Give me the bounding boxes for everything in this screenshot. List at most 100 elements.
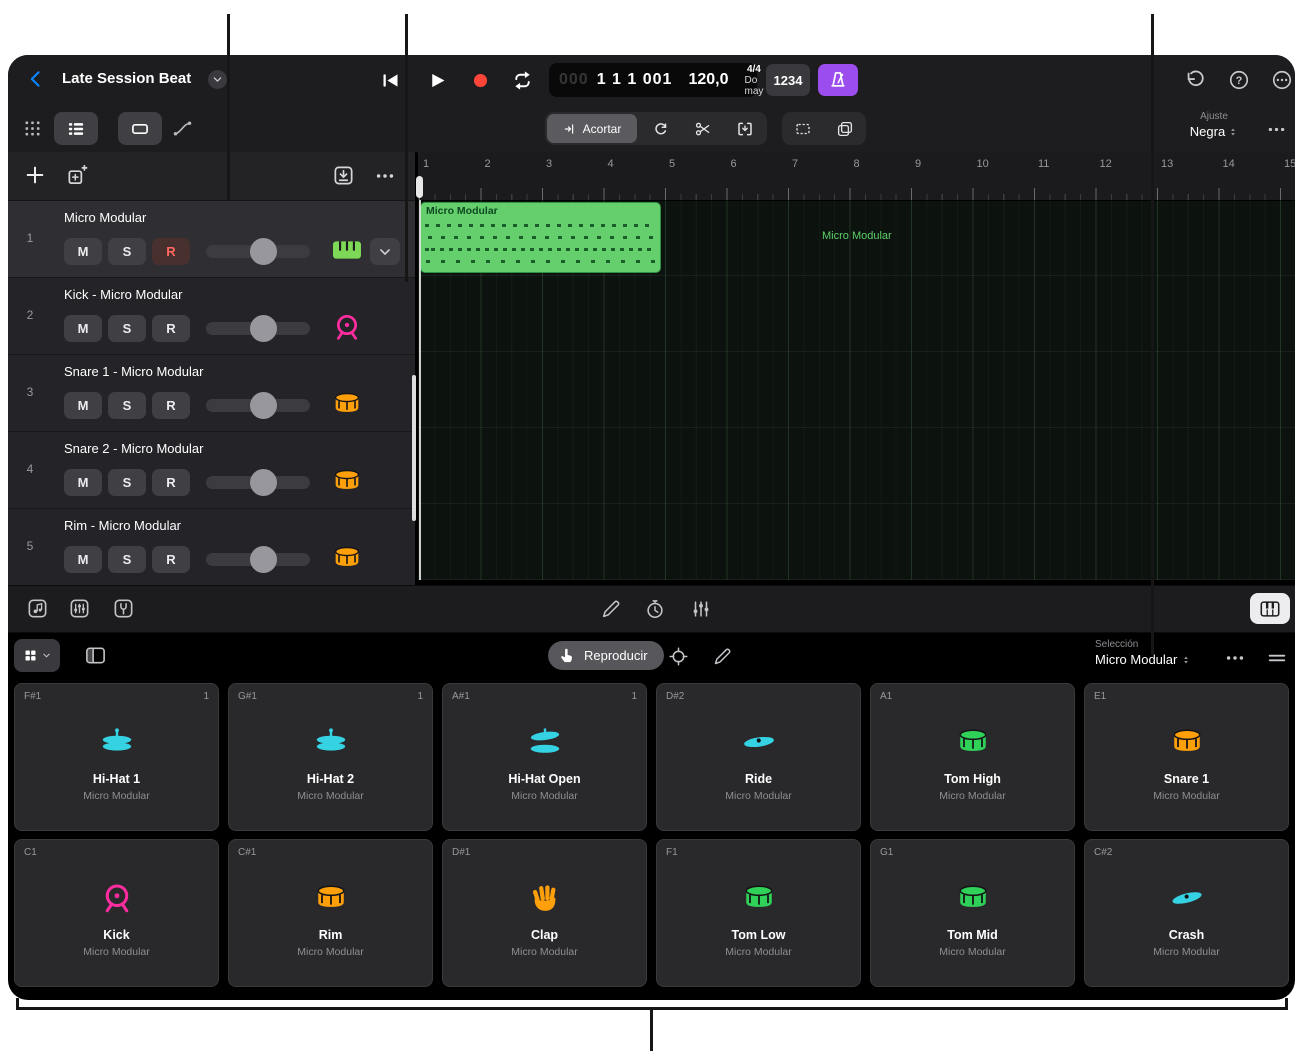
solo-button[interactable]: S xyxy=(108,238,146,265)
volume-knob[interactable] xyxy=(250,392,277,419)
record-enable-button[interactable]: R xyxy=(152,238,190,265)
loop-tool-button[interactable] xyxy=(641,112,681,145)
timeline-grid[interactable]: Micro Modular Micro Modular xyxy=(418,200,1295,580)
plugins-button[interactable] xyxy=(112,597,135,620)
solo-button[interactable]: S xyxy=(108,392,146,419)
track-row[interactable]: 1 Micro Modular M S R xyxy=(8,201,415,278)
mute-button[interactable]: M xyxy=(64,315,102,342)
play-mode-button[interactable]: Reproducir xyxy=(548,641,664,670)
volume-slider[interactable] xyxy=(206,476,310,489)
snap-label: Ajuste xyxy=(1176,111,1252,122)
drum-pad[interactable]: G#1 1 Hi-Hat 2 Micro Modular xyxy=(228,683,433,831)
record-button[interactable] xyxy=(470,70,491,91)
mute-button[interactable]: M xyxy=(64,238,102,265)
drum-pad[interactable]: E1 Snare 1 Micro Modular xyxy=(1084,683,1289,831)
time-button[interactable] xyxy=(644,598,666,620)
lcd-display[interactable]: 000 1 1 1 001 120,0 4/4 Do may xyxy=(549,63,757,97)
copy-tool-button[interactable] xyxy=(825,112,865,145)
record-enable-button[interactable]: R xyxy=(152,546,190,573)
chevron-down-icon xyxy=(42,651,51,660)
track-panel-more-button[interactable] xyxy=(374,165,396,187)
play-button[interactable] xyxy=(427,70,448,91)
drum-pad[interactable]: F#1 1 Hi-Hat 1 Micro Modular xyxy=(14,683,219,831)
play-surface-toggle-button[interactable] xyxy=(1250,593,1290,624)
mute-button[interactable]: M xyxy=(64,392,102,419)
track-row[interactable]: 2 Kick - Micro Modular M S R xyxy=(8,278,415,355)
count-in-button[interactable]: 1234 xyxy=(766,64,810,96)
drum-pad[interactable]: C#1 Rim Micro Modular xyxy=(228,839,433,987)
pads-view-menu-button[interactable] xyxy=(14,639,60,672)
tracks-view-button[interactable] xyxy=(54,112,98,145)
toolbar-more-button[interactable] xyxy=(1266,119,1287,140)
drum-pad[interactable]: F1 Tom Low Micro Modular xyxy=(656,839,861,987)
playhead-handle[interactable] xyxy=(416,176,423,198)
ruler-bar-number: 6 xyxy=(731,158,737,170)
automation-view-button[interactable] xyxy=(172,118,193,139)
project-title[interactable]: Late Session Beat xyxy=(62,70,191,87)
metronome-button[interactable] xyxy=(818,64,858,96)
timeline-ruler[interactable]: 123456789101112131415 xyxy=(418,152,1295,201)
drum-pad[interactable]: A#1 1 Hi-Hat Open Micro Modular xyxy=(442,683,647,831)
ruler-bar-number: 9 xyxy=(915,158,921,170)
join-tool-button[interactable] xyxy=(725,112,765,145)
back-icon[interactable] xyxy=(26,69,46,89)
track-row[interactable]: 3 Snare 1 - Micro Modular M S R xyxy=(8,355,415,432)
more-options-button[interactable] xyxy=(1271,69,1293,91)
project-menu-button[interactable] xyxy=(208,70,227,89)
volume-knob[interactable] xyxy=(250,546,277,573)
drum-pad[interactable]: C1 Kick Micro Modular xyxy=(14,839,219,987)
record-enable-button[interactable]: R xyxy=(152,469,190,496)
pad-icon xyxy=(527,880,563,916)
loops-browser-button[interactable] xyxy=(26,597,49,620)
split-tool-button[interactable] xyxy=(683,112,723,145)
go-to-beginning-button[interactable] xyxy=(380,70,401,91)
panel-resize-handle[interactable] xyxy=(412,375,416,521)
record-enable-button[interactable]: R xyxy=(152,392,190,419)
drum-pad[interactable]: C#2 Crash Micro Modular xyxy=(1084,839,1289,987)
volume-knob[interactable] xyxy=(250,238,277,265)
pads-layout-view-button[interactable] xyxy=(22,118,43,139)
edit-mode-button[interactable] xyxy=(712,646,733,667)
solo-button[interactable]: S xyxy=(108,315,146,342)
sidebar-toggle-button[interactable] xyxy=(84,644,107,667)
cycle-button[interactable] xyxy=(511,69,534,92)
selection-menu[interactable]: Selección Micro Modular xyxy=(1095,639,1191,667)
pad-subtitle: Micro Modular xyxy=(443,946,646,958)
duplicate-track-button[interactable] xyxy=(66,164,89,187)
volume-slider[interactable] xyxy=(206,322,310,335)
snap-selector[interactable]: Ajuste Negra xyxy=(1176,111,1252,139)
mixer-button[interactable] xyxy=(68,597,91,620)
mute-button[interactable]: M xyxy=(64,546,102,573)
regions-view-button[interactable] xyxy=(118,112,162,145)
solo-button[interactable]: S xyxy=(108,546,146,573)
add-track-button[interactable] xyxy=(24,164,46,186)
drum-pad[interactable]: D#1 Clap Micro Modular xyxy=(442,839,647,987)
track-list-icon xyxy=(66,119,86,139)
channel-strip-button[interactable] xyxy=(690,598,712,620)
volume-knob[interactable] xyxy=(250,315,277,342)
resize-handle-icon[interactable] xyxy=(1266,647,1288,669)
volume-slider[interactable] xyxy=(206,245,310,258)
midi-region[interactable]: Micro Modular xyxy=(420,202,661,273)
help-button[interactable]: ? xyxy=(1228,69,1250,91)
import-button[interactable] xyxy=(332,164,355,187)
volume-slider[interactable] xyxy=(206,399,310,412)
volume-slider[interactable] xyxy=(206,553,310,566)
volume-knob[interactable] xyxy=(250,469,277,496)
undo-button[interactable] xyxy=(1184,69,1206,91)
ruler-bar-number: 2 xyxy=(485,158,491,170)
trim-tool-button[interactable]: Acortar xyxy=(547,114,637,143)
track-disclosure-button[interactable] xyxy=(370,238,400,265)
track-row[interactable]: 5 Rim - Micro Modular M S R xyxy=(8,509,415,586)
select-mode-button[interactable] xyxy=(668,646,689,667)
mute-button[interactable]: M xyxy=(64,469,102,496)
track-row[interactable]: 4 Snare 2 - Micro Modular M S R xyxy=(8,432,415,509)
solo-button[interactable]: S xyxy=(108,469,146,496)
drum-pad[interactable]: D#2 Ride Micro Modular xyxy=(656,683,861,831)
drum-pad[interactable]: A1 Tom High Micro Modular xyxy=(870,683,1075,831)
edit-button[interactable] xyxy=(600,598,622,620)
record-enable-button[interactable]: R xyxy=(152,315,190,342)
pads-more-button[interactable] xyxy=(1224,647,1246,669)
marquee-tool-button[interactable] xyxy=(783,112,823,145)
drum-pad[interactable]: G1 Tom Mid Micro Modular xyxy=(870,839,1075,987)
